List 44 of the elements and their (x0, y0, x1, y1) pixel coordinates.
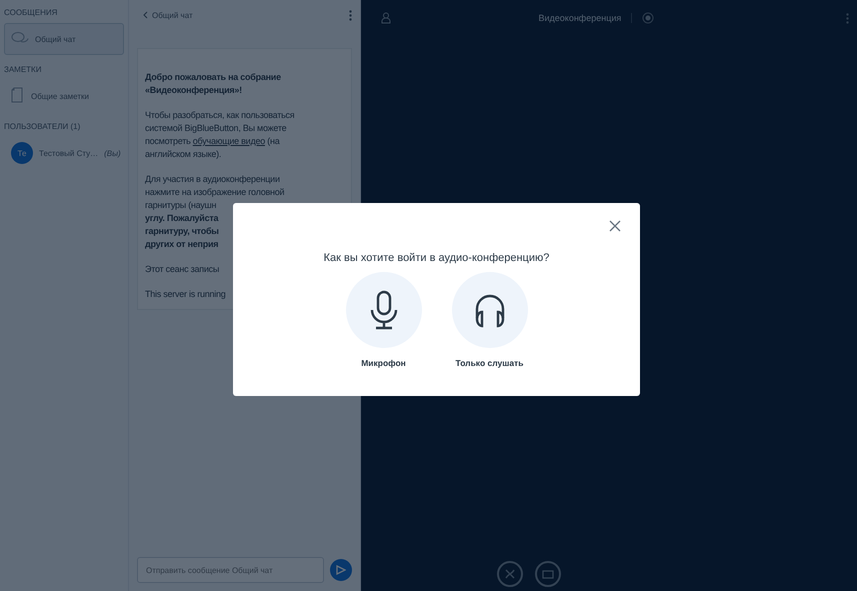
message-line: Добро пожаловать на собрание (145, 71, 282, 84)
sidebar-item[interactable]: Те Тестовый Сту… (Вы) (4, 137, 124, 169)
section-title: СООБЩЕНИЯ (3, 7, 58, 19)
audio-button[interactable] (497, 561, 523, 587)
microphone-icon (368, 290, 398, 330)
you-label: (Вы) (104, 148, 121, 158)
message-line: нажмите на изображение головной (145, 186, 286, 199)
user-icon[interactable] (381, 12, 391, 24)
message-line: гарнитуру, чтобы (145, 225, 220, 238)
message-line: «Видеоконференция»! (145, 84, 243, 97)
chevron-left-icon (143, 11, 148, 19)
back-button[interactable]: Общий чат (143, 10, 193, 20)
item-label: Общие заметки (31, 92, 89, 100)
screen-share-button[interactable] (535, 561, 561, 587)
document-icon (11, 87, 25, 105)
section-title: ПОЛЬЗОВАТЕЛИ (1) (3, 121, 82, 133)
message-line: This server is running (145, 288, 227, 301)
sidebar-item[interactable]: Общий чат (4, 23, 124, 55)
message-line: других от неприя (145, 238, 220, 251)
close-icon (609, 220, 621, 232)
tutorial-link[interactable]: обучающие видео (192, 136, 265, 146)
screen-icon (542, 569, 554, 579)
item-label: Тестовый Сту… (39, 148, 98, 158)
message-line: английском языке). (145, 148, 222, 161)
message-line: гарнитуры (наушн (145, 199, 218, 212)
section-title: ЗАМЕТКИ (3, 64, 42, 76)
message-line: Этот сеанс записы (145, 263, 220, 276)
message-text: (на (267, 136, 280, 146)
more-options-icon[interactable] (349, 10, 352, 20)
send-button[interactable] (330, 559, 352, 581)
message-line: Для участия в аудиоконференции (145, 173, 281, 186)
message-text: посмотреть (145, 136, 191, 146)
item-label: Общий чат (35, 34, 76, 44)
message-line: системой BigBlueButton, Вы можете (145, 122, 288, 135)
record-icon[interactable] (642, 12, 654, 24)
user-avatar: Те (11, 142, 33, 164)
message-line: Чтобы разобраться, как пользоваться (145, 109, 296, 122)
dialog-question: Как вы хотите войти в аудио-конференцию? (324, 252, 550, 264)
sidebar-item[interactable]: Общие заметки (4, 80, 124, 112)
close-button[interactable] (608, 220, 622, 234)
send-icon (336, 565, 346, 575)
meeting-title: Видеоконференция (538, 13, 622, 23)
message-line: углу. Пожалуйста (145, 212, 220, 225)
more-options-icon[interactable] (846, 12, 849, 24)
